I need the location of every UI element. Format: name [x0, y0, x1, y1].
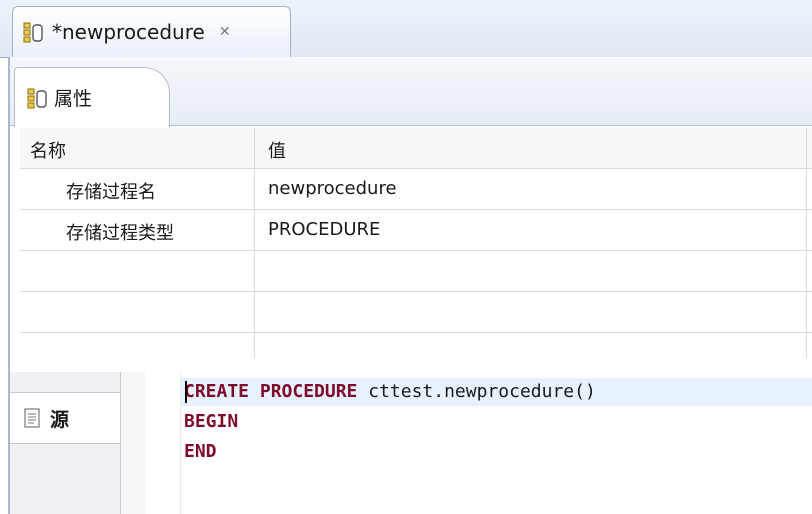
- tab-properties-label: 属性: [54, 88, 93, 110]
- code-line-2[interactable]: BEGIN: [184, 408, 238, 436]
- close-icon[interactable]: ✕: [219, 24, 231, 40]
- procedure-icon: [23, 22, 43, 43]
- editor-tab-newprocedure[interactable]: *newprocedure ✕: [12, 6, 291, 57]
- code-keyword: BEGIN: [184, 411, 239, 432]
- document-icon: [24, 408, 40, 428]
- tab-source-label: 源: [50, 408, 70, 431]
- column-header-name[interactable]: 名称: [30, 137, 66, 163]
- column-header-value[interactable]: 值: [268, 137, 286, 163]
- table-row-empty: [20, 251, 812, 292]
- property-value[interactable]: newprocedure: [268, 178, 397, 199]
- property-name: 存储过程名: [66, 182, 156, 203]
- property-value[interactable]: PROCEDURE: [268, 219, 380, 240]
- code-keyword: END: [184, 441, 217, 462]
- code-line-3[interactable]: END: [184, 438, 217, 466]
- text-caret: [185, 381, 187, 403]
- table-row[interactable]: 存储过程类型 PROCEDURE: [20, 210, 812, 251]
- property-name: 存储过程类型: [66, 223, 174, 244]
- table-row[interactable]: 存储过程名 newprocedure: [20, 169, 812, 210]
- procedure-icon: [27, 88, 47, 108]
- code-text: cttest.newprocedure(): [357, 381, 596, 402]
- section-gap: [10, 358, 812, 372]
- editor-tab-title: *newprocedure: [52, 20, 205, 44]
- properties-table: 名称 值 存储过程名 newprocedure 存储过程类型 PROCEDURE: [20, 128, 812, 374]
- code-keyword: CREATE PROCEDURE: [184, 381, 358, 402]
- code-line-1[interactable]: CREATE PROCEDURE cttest.newprocedure(): [184, 378, 596, 406]
- column-separator: [806, 128, 807, 358]
- table-row-empty: [20, 292, 812, 333]
- tab-properties[interactable]: 属性: [14, 67, 170, 127]
- properties-tab-bar: 属性: [10, 57, 812, 127]
- editor-tab-bar: *newprocedure ✕: [0, 0, 812, 58]
- tab-source[interactable]: 源: [10, 392, 120, 444]
- column-separator: [254, 128, 255, 358]
- table-header: 名称 值: [20, 128, 812, 169]
- editor-gutter: [121, 372, 145, 514]
